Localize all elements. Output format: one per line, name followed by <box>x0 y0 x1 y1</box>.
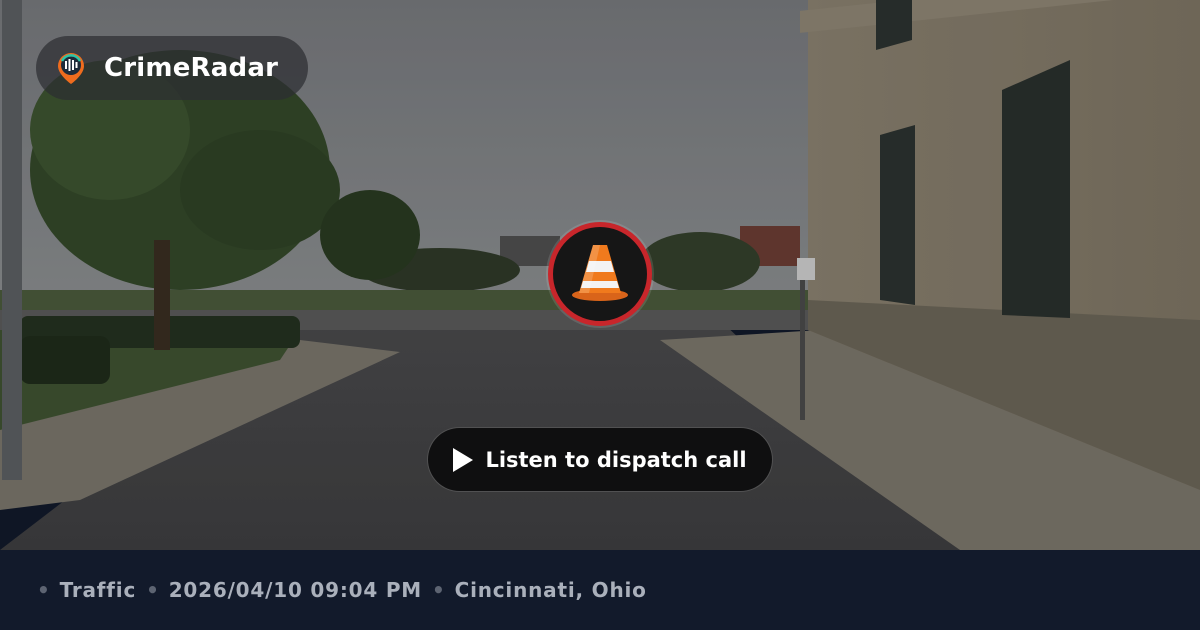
separator-dot: • <box>146 578 160 602</box>
brand-pill[interactable]: CrimeRadar <box>36 36 308 100</box>
listen-dispatch-button[interactable]: Listen to dispatch call <box>427 427 773 492</box>
separator-dot: • <box>37 578 51 602</box>
traffic-cone-icon <box>569 241 631 307</box>
incident-category-badge <box>548 222 652 326</box>
incident-category: Traffic <box>59 578 137 602</box>
radar-pin-icon <box>56 51 86 85</box>
share-card: CrimeRadar Listen to dispatch call • Tra… <box>0 0 1200 630</box>
incident-location: Cincinnati, Ohio <box>454 578 647 602</box>
brand-name: CrimeRadar <box>104 53 279 83</box>
play-icon <box>453 447 474 472</box>
separator-dot: • <box>432 578 446 602</box>
incident-datetime: 2026/04/10 09:04 PM <box>168 578 423 602</box>
incident-info-bar: • Traffic • 2026/04/10 09:04 PM • Cincin… <box>0 550 1200 630</box>
listen-dispatch-label: Listen to dispatch call <box>485 447 747 472</box>
